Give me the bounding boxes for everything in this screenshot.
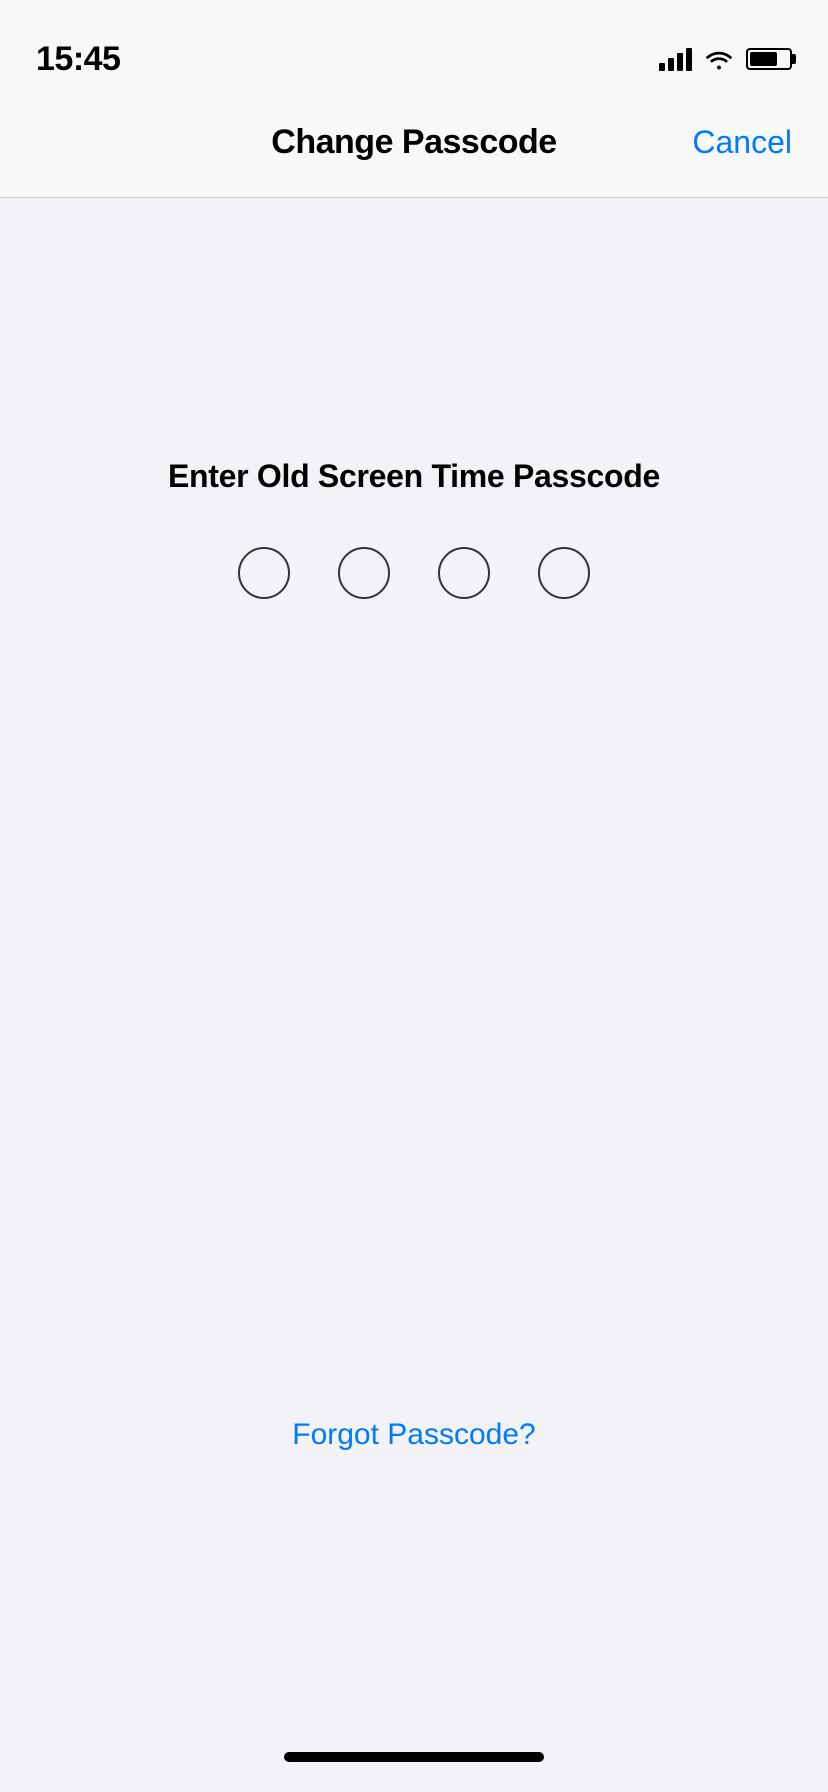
passcode-dot-1	[238, 547, 290, 599]
forgot-passcode-link[interactable]: Forgot Passcode?	[292, 1418, 535, 1452]
passcode-section: Enter Old Screen Time Passcode	[168, 458, 660, 599]
signal-bar-3	[677, 53, 683, 71]
signal-bar-4	[686, 48, 692, 71]
battery-icon	[746, 48, 792, 70]
status-bar: 15:45	[0, 0, 828, 88]
status-icons	[659, 47, 792, 71]
signal-icon	[659, 47, 692, 71]
nav-bar: Change Passcode Cancel	[0, 88, 828, 198]
passcode-prompt: Enter Old Screen Time Passcode	[168, 458, 660, 495]
passcode-dot-2	[338, 547, 390, 599]
status-time: 15:45	[36, 40, 120, 79]
home-bar	[284, 1752, 544, 1762]
main-content: Enter Old Screen Time Passcode Forgot Pa…	[0, 198, 828, 1732]
passcode-dot-3	[438, 547, 490, 599]
signal-bar-1	[659, 63, 665, 71]
passcode-dots	[238, 547, 590, 599]
page-title: Change Passcode	[271, 123, 556, 162]
battery-fill	[750, 52, 777, 66]
cancel-button[interactable]: Cancel	[692, 124, 792, 161]
home-indicator	[0, 1732, 828, 1792]
passcode-dot-4	[538, 547, 590, 599]
wifi-icon	[704, 48, 734, 70]
battery-body	[746, 48, 792, 70]
signal-bar-2	[668, 58, 674, 71]
